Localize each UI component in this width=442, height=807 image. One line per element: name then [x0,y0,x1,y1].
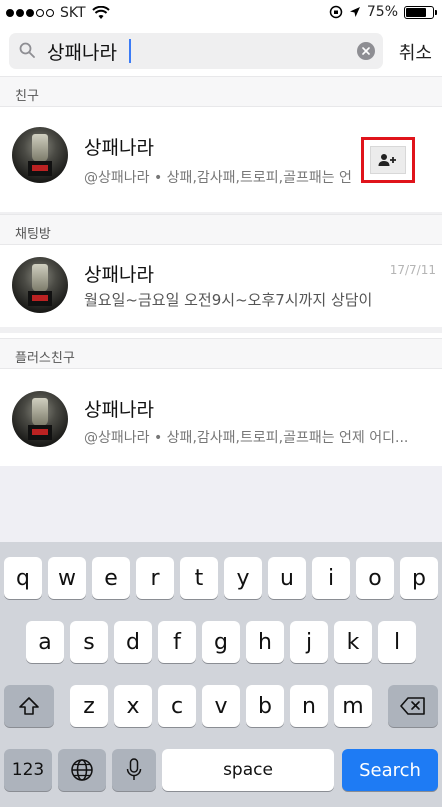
empty-results-area [0,466,442,542]
key-h[interactable]: h [246,621,284,663]
key-k[interactable]: k [334,621,372,663]
key-z[interactable]: z [70,685,108,727]
result-name: 상패나라 [84,264,154,286]
battery-percentage: 75% [366,4,398,20]
cancel-button[interactable]: 취소 [399,39,432,65]
battery-icon [404,5,437,19]
result-subtitle: 월요일~금요일 오전9시~오후7시까지 상담이 [84,291,373,309]
chat-date: 17/7/11 [389,263,436,277]
key-g[interactable]: g [202,621,240,663]
language-key[interactable] [58,749,106,791]
add-friend-icon [378,154,396,166]
section-header-friends: 친구 [0,76,442,107]
avatar [12,127,68,183]
section-divider [0,327,442,333]
key-i[interactable]: i [312,557,350,599]
key-x[interactable]: x [114,685,152,727]
result-name: 상패나라 [84,399,154,421]
key-d[interactable]: d [114,621,152,663]
text-cursor [129,39,131,63]
signal-strength-icon [6,9,54,17]
search-bar: 취소 [0,26,442,76]
key-b[interactable]: b [246,685,284,727]
key-p[interactable]: p [400,557,438,599]
key-y[interactable]: y [224,557,262,599]
result-name: 상패나라 [84,137,154,159]
key-r[interactable]: r [136,557,174,599]
globe-icon [71,759,93,781]
chatroom-result-row[interactable]: 상패나라 17/7/11 월요일~금요일 오전9시~오후7시까지 상담이 [0,245,442,327]
result-subtitle: @상패나라 • 상패,감사패,트로피,골프패는 언제 어디... [84,430,409,446]
space-key[interactable]: space [162,749,334,791]
search-input[interactable] [47,37,347,65]
dictation-key[interactable] [112,749,156,791]
avatar [12,257,68,313]
carrier-name: SKT [60,5,86,21]
key-t[interactable]: t [180,557,218,599]
key-o[interactable]: o [356,557,394,599]
key-a[interactable]: a [26,621,64,663]
plus-friend-result-row[interactable]: 상패나라 @상패나라 • 상패,감사패,트로피,골프패는 언제 어디... [0,369,442,465]
wifi-icon [91,6,110,19]
key-s[interactable]: s [70,621,108,663]
key-u[interactable]: u [268,557,306,599]
microphone-icon [126,758,142,780]
section-header-chatrooms: 채팅방 [0,214,442,245]
backspace-icon [400,697,425,715]
add-friend-button[interactable] [361,137,415,183]
avatar [12,391,68,447]
orientation-lock-icon [329,5,343,19]
backspace-key[interactable] [388,685,438,727]
key-j[interactable]: j [290,621,328,663]
keyboard: q w e r t y u i o p a s d f g h j k l z … [0,542,442,807]
shift-key[interactable] [4,685,54,727]
shift-icon [19,697,39,715]
key-c[interactable]: c [158,685,196,727]
search-icon [19,42,35,58]
close-icon [362,47,370,55]
location-icon [349,7,360,17]
key-e[interactable]: e [92,557,130,599]
status-bar: SKT 75% [0,0,442,26]
key-v[interactable]: v [202,685,240,727]
key-n[interactable]: n [290,685,328,727]
key-q[interactable]: q [4,557,42,599]
numbers-key[interactable]: 123 [4,749,52,791]
section-header-plus-friends: 플러스친구 [0,338,442,369]
key-f[interactable]: f [158,621,196,663]
key-l[interactable]: l [378,621,416,663]
result-subtitle: @상패나라 • 상패,감사패,트로피,골프패는 언 [84,170,352,186]
key-w[interactable]: w [48,557,86,599]
key-m[interactable]: m [334,685,372,727]
search-key[interactable]: Search [342,749,438,791]
search-field-container[interactable] [9,33,383,69]
clear-search-button[interactable] [357,42,375,60]
